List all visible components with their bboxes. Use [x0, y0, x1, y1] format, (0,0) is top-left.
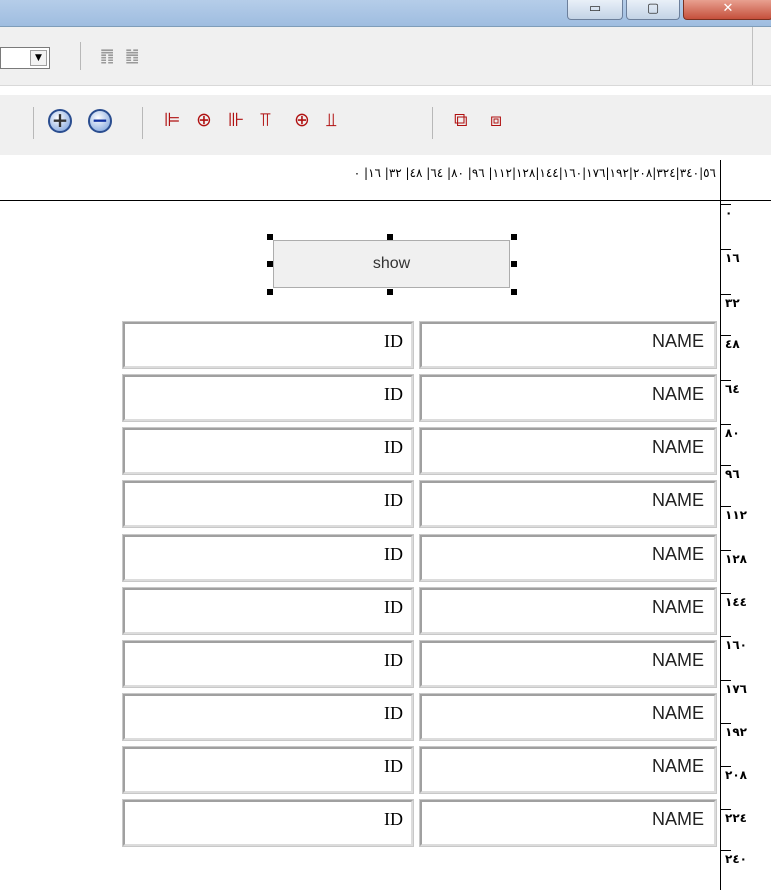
ruler-mark: ٠ [720, 204, 733, 220]
name-field[interactable]: NAME [419, 693, 717, 741]
minimize-icon: ▭ [588, 1, 602, 16]
close-button[interactable]: ✕ [683, 0, 771, 20]
ruler-mark: ١٩٢ [721, 723, 747, 739]
id-field[interactable]: ID [122, 480, 414, 528]
ruler-mark: ٣٢ [721, 294, 740, 310]
ruler-mark: ٨٠ [721, 424, 740, 440]
close-icon: ✕ [722, 1, 734, 16]
bring-to-front-icon[interactable]: ⧉ [454, 109, 468, 131]
name-field[interactable]: NAME [419, 799, 717, 847]
minimize-button[interactable]: ▭ [567, 0, 623, 20]
toolbar-divider [142, 107, 143, 139]
maximize-button[interactable]: ▢ [626, 0, 680, 20]
chevron-down-icon[interactable]: ▼ [30, 50, 47, 66]
ruler-mark: ٦٤ [721, 380, 740, 396]
toolbar-divider [33, 107, 34, 139]
name-field[interactable]: NAME [419, 480, 717, 528]
id-field[interactable]: ID [122, 587, 414, 635]
toolbar-top: ▼ ䷓ ䷐ [0, 27, 771, 86]
send-to-back-icon[interactable]: ⧈ [490, 109, 502, 131]
resize-handle[interactable] [387, 234, 393, 240]
resize-handle[interactable] [511, 289, 517, 295]
id-field[interactable]: ID [122, 427, 414, 475]
name-field[interactable]: NAME [419, 746, 717, 794]
name-field[interactable]: NAME [419, 374, 717, 422]
vertical-ruler: ٠ ١٦ ٣٢ ٤٨ ٦٤ ٨٠ ٩٦ ١١٢ ١٢٨ ١٤٤ ١٦٠ ١٧٦ … [720, 201, 771, 890]
resize-handle[interactable] [267, 261, 273, 267]
name-field[interactable]: NAME [419, 640, 717, 688]
align-left-icon[interactable]: ⊫ [164, 109, 181, 131]
toolbar-divider [432, 107, 433, 139]
copy-format-icon[interactable]: ䷓ [100, 46, 114, 65]
name-field[interactable]: NAME [419, 427, 717, 475]
id-field[interactable]: ID [122, 374, 414, 422]
ruler-mark: ١٤٤ [721, 593, 747, 609]
align-right-icon[interactable]: ⊪ [228, 109, 245, 131]
id-field[interactable]: ID [122, 693, 414, 741]
ruler-mark: ١٦٠ [721, 636, 747, 652]
object-select-combo[interactable]: ▼ [0, 47, 50, 69]
align-top-icon[interactable]: ⫪ [260, 109, 271, 131]
resize-handle[interactable] [267, 234, 273, 240]
resize-handle[interactable] [387, 289, 393, 295]
resize-handle[interactable] [267, 289, 273, 295]
zoom-out-icon[interactable]: − [88, 109, 112, 133]
show-button[interactable]: show [273, 240, 510, 288]
ruler-mark: ٢٠٨ [721, 766, 747, 782]
toolbar-edge [752, 27, 753, 85]
maximize-icon: ▢ [646, 1, 660, 16]
ruler-mark: ١٦ [721, 249, 740, 265]
resize-handle[interactable] [511, 261, 517, 267]
title-bar: ▭ ▢ ✕ [0, 0, 771, 27]
name-field[interactable]: NAME [419, 321, 717, 369]
ruler-mark: ١٧٦ [721, 680, 747, 696]
name-field[interactable]: NAME [419, 587, 717, 635]
ruler-mark: ١١٢ [721, 506, 747, 522]
ruler-mark: ٢٢٤ [721, 809, 747, 825]
align-center-icon[interactable]: ⊕ [196, 109, 212, 131]
toolbar-layout: + − ⊫ ⊕ ⊪ ⫪ ⊕ ⫫ ⧉ ⧈ [0, 95, 771, 155]
paste-format-icon[interactable]: ䷐ [125, 46, 139, 65]
ruler-mark: ٩٦ [721, 465, 740, 481]
id-field[interactable]: ID [122, 746, 414, 794]
id-field[interactable]: ID [122, 640, 414, 688]
ruler-corner [720, 160, 721, 200]
ruler-labels: ٥٦|٣٤٠|٣٢٤|٢٠٨|١٩٢|١٧٦|١٦٠|١٤٤|١٢٨|١١٢| … [353, 166, 716, 180]
resize-handle[interactable] [511, 234, 517, 240]
id-field[interactable]: ID [122, 799, 414, 847]
id-field[interactable]: ID [122, 534, 414, 582]
id-field[interactable]: ID [122, 321, 414, 369]
horizontal-ruler: ٥٦|٣٤٠|٣٢٤|٢٠٨|١٩٢|١٧٦|١٦٠|١٤٤|١٢٨|١١٢| … [0, 160, 771, 203]
align-bottom-icon[interactable]: ⫫ [326, 109, 337, 131]
zoom-in-icon[interactable]: + [48, 109, 72, 133]
ruler-mark: ١٢٨ [721, 550, 747, 566]
ruler-mark: ٢٤٠ [721, 850, 747, 866]
toolbar-divider [80, 42, 81, 70]
align-middle-icon[interactable]: ⊕ [294, 109, 310, 131]
name-field[interactable]: NAME [419, 534, 717, 582]
ruler-mark: ٤٨ [721, 335, 740, 351]
